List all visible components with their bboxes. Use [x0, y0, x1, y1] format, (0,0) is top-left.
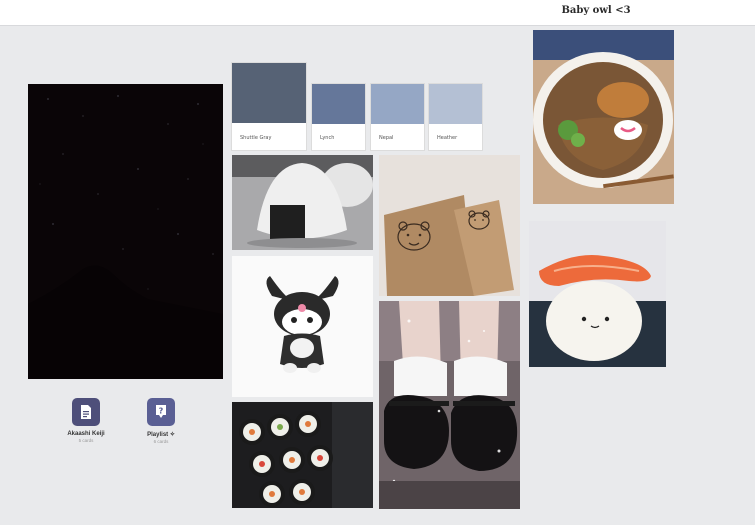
sushi-rolls-photo[interactable]: [232, 402, 373, 508]
onigiri-photo[interactable]: [232, 155, 373, 250]
board-count: 5 cards: [78, 438, 94, 443]
board-name: Akaashi Keiji: [67, 431, 105, 437]
lolita-shoes-image: [379, 301, 520, 509]
board-title: Baby owl <3: [561, 5, 631, 16]
swatch-nepal[interactable]: Nepal: [371, 84, 424, 150]
kuromi-plush-photo[interactable]: [232, 256, 373, 397]
swatch-heather[interactable]: Heather: [429, 84, 482, 150]
swatch-name: Shuttle Gray: [240, 135, 272, 141]
swatch-name: Nepal: [379, 135, 394, 141]
top-bar: Baby owl <3: [0, 0, 755, 26]
swatch-color: [429, 84, 482, 124]
swatch-shuttle-gray[interactable]: Shuttle Gray: [232, 63, 306, 150]
board-count: 6 cards: [153, 439, 169, 444]
night-sky-image: [28, 84, 223, 379]
question-icon: ?: [147, 398, 175, 426]
lolita-shoes-photo[interactable]: [379, 301, 520, 509]
salmon-nigiri-image: [529, 221, 666, 367]
swatch-color: [371, 84, 424, 124]
board-akaashi-keiji[interactable]: Akaashi Keiji 5 cards: [56, 398, 116, 443]
svg-text:?: ?: [159, 407, 164, 416]
board-name: Playlist ✧: [147, 432, 175, 438]
swatch-name: Lynch: [320, 135, 335, 141]
cardboard-bears-photo[interactable]: [379, 155, 520, 296]
cardboard-bears-image: [379, 155, 520, 296]
board-playlist[interactable]: ? Playlist ✧ 6 cards: [131, 398, 191, 444]
soba-noodles-image: [533, 30, 674, 204]
onigiri-image: [232, 155, 373, 250]
swatch-color: [232, 63, 306, 123]
salmon-nigiri-photo[interactable]: [529, 221, 666, 367]
sushi-rolls-image: [232, 402, 373, 508]
night-sky-photo[interactable]: [28, 84, 223, 379]
document-icon: [72, 398, 100, 426]
swatch-name: Heather: [437, 135, 458, 141]
kuromi-image: [232, 256, 373, 397]
swatch-color: [312, 84, 365, 124]
soba-noodles-photo[interactable]: [533, 30, 674, 204]
swatch-lynch[interactable]: Lynch: [312, 84, 365, 150]
